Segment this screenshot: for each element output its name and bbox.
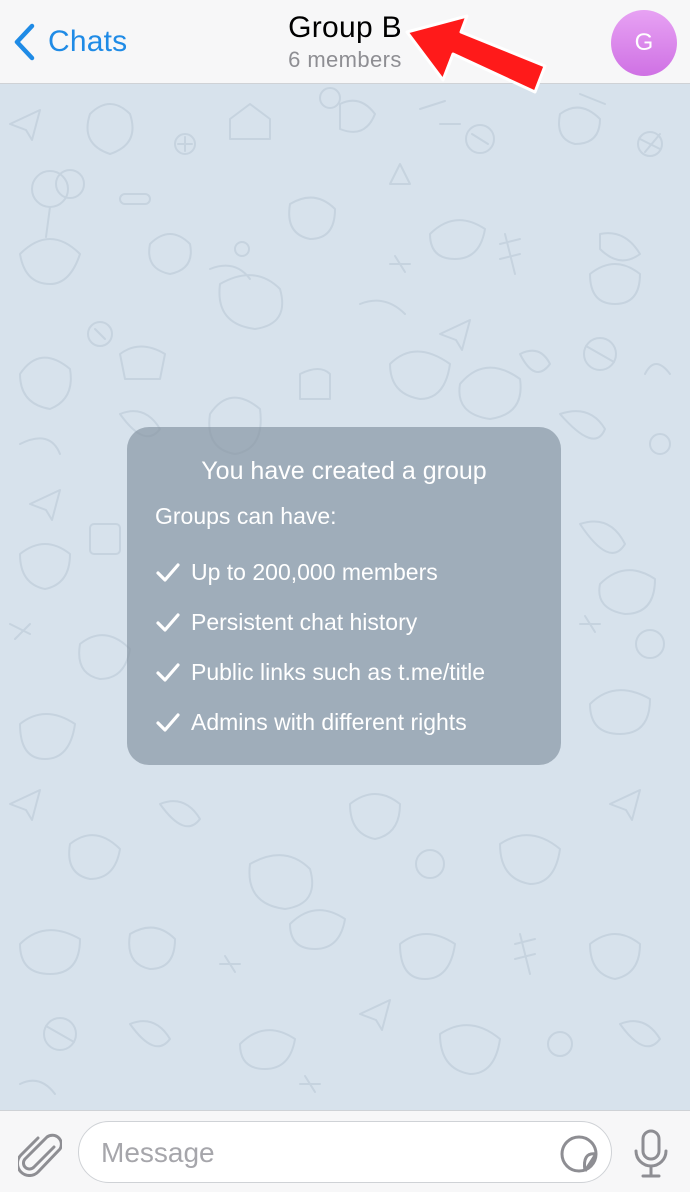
attach-button[interactable] [16, 1129, 63, 1177]
checkmark-icon [156, 663, 180, 682]
group-created-info-card: You have created a group Groups can have… [127, 427, 561, 765]
message-field[interactable] [78, 1121, 612, 1183]
info-card-subtitle: Groups can have: [155, 503, 337, 529]
chat-screen: Chats Group B 6 members G You have creat… [0, 0, 690, 1192]
checkmark-icon [156, 613, 180, 632]
checkmark-icon [156, 713, 180, 732]
info-card-title: You have created a group [201, 457, 487, 485]
message-input-bar [0, 1110, 690, 1192]
avatar-initial: G [634, 29, 654, 56]
paperclip-icon [16, 1133, 63, 1177]
feature-text: Up to 200,000 members [191, 558, 438, 585]
chat-title: Group B [288, 11, 402, 44]
voice-message-button[interactable] [632, 1129, 670, 1179]
feature-item: Admins with different rights [155, 697, 533, 747]
microphone-icon [634, 1129, 668, 1178]
sticker-button[interactable] [559, 1134, 599, 1174]
feature-text: Admins with different rights [191, 708, 467, 735]
message-input[interactable] [101, 1134, 551, 1172]
chat-title-area[interactable]: Group B 6 members [0, 10, 690, 74]
red-arrow-icon [405, 14, 547, 94]
feature-item: Persistent chat history [155, 597, 533, 647]
feature-item: Public links such as t.me/title [155, 647, 533, 697]
feature-item: Up to 200,000 members [155, 547, 533, 597]
navigation-bar: Chats Group B 6 members G [0, 0, 690, 84]
chat-area: You have created a group Groups can have… [0, 84, 690, 1110]
checkmark-icon [156, 563, 180, 582]
sticker-icon [560, 1135, 598, 1173]
feature-text: Public links such as t.me/title [191, 658, 486, 685]
avatar[interactable]: G [611, 10, 677, 76]
member-count: 6 members [288, 47, 402, 72]
feature-text: Persistent chat history [191, 608, 418, 635]
